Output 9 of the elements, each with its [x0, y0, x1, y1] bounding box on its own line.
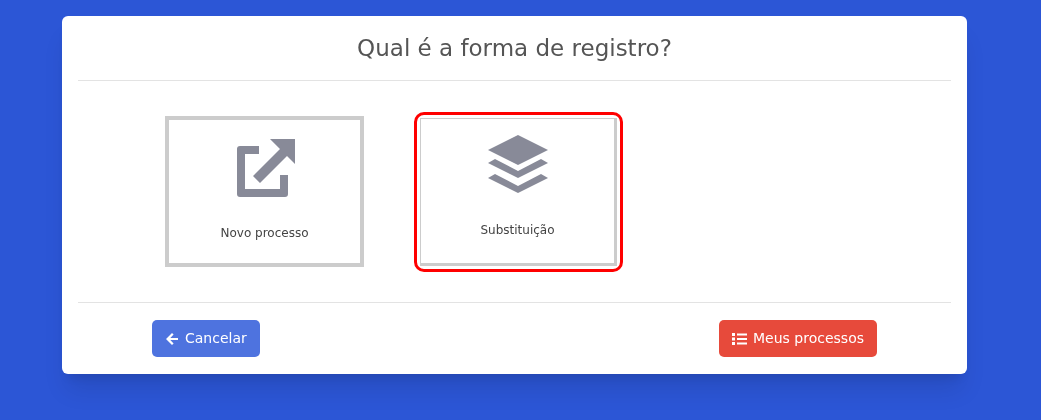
option-label: Substituição [480, 221, 555, 239]
option-label: Novo processo [220, 225, 309, 242]
option-card[interactable]: Novo processo [165, 116, 364, 267]
my-processes-button[interactable]: Meus processos [719, 320, 877, 357]
arrow-left-icon [165, 331, 179, 346]
option-card[interactable]: Substituição [420, 117, 617, 266]
cancel-button[interactable]: Cancelar [152, 320, 260, 357]
dialog-title: Qual é a forma de registro? [357, 33, 672, 63]
list-icon [732, 331, 748, 346]
